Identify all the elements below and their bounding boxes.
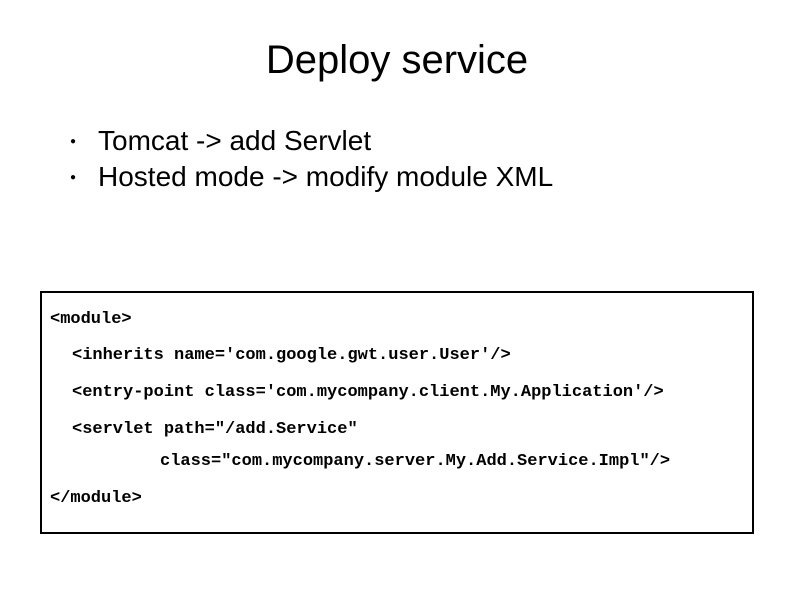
code-line: <module> [50,305,744,336]
bullet-item: Tomcat -> add Servlet [70,123,744,159]
slide-title: Deploy service [50,38,744,83]
bullet-list: Tomcat -> add Servlet Hosted mode -> mod… [50,123,744,196]
code-line: <inherits name='com.google.gwt.user.User… [50,341,744,372]
slide-container: Deploy service Tomcat -> add Servlet Hos… [0,0,794,595]
code-line: class="com.mycompany.server.My.Add.Servi… [50,447,744,478]
bullet-item: Hosted mode -> modify module XML [70,159,744,195]
code-line: <entry-point class='com.mycompany.client… [50,378,744,409]
code-line: <servlet path="/add.Service" [50,415,744,446]
code-box: <module> <inherits name='com.google.gwt.… [40,291,754,535]
code-line: </module> [50,484,744,515]
